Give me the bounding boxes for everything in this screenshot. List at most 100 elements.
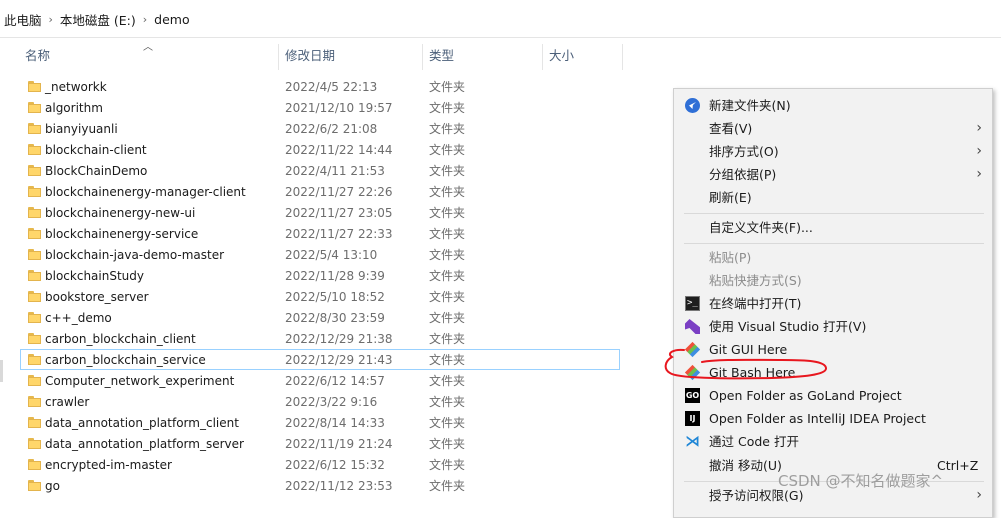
file-date: 2022/6/2 21:08 xyxy=(285,122,378,136)
file-row[interactable]: crawler 2022/3/22 9:16 文件夹 xyxy=(20,391,620,412)
breadcrumb-this-pc[interactable]: 此电脑 xyxy=(0,10,46,29)
menu-item-open-intellij[interactable]: IJ Open Folder as IntelliJ IDEA Project xyxy=(674,407,992,430)
menu-item-label: 粘贴快捷方式(S) xyxy=(709,273,802,288)
menu-item-paste-shortcut[interactable]: 粘贴快捷方式(S) xyxy=(674,269,992,292)
menu-item-label: 排序方式(O) xyxy=(709,144,779,159)
file-date: 2022/12/29 21:38 xyxy=(285,332,393,346)
menu-item-git-bash[interactable]: Git Bash Here xyxy=(674,361,992,384)
folder-icon xyxy=(28,396,41,407)
column-header-type[interactable]: 类型 xyxy=(429,48,454,70)
breadcrumb-separator-icon[interactable]: › xyxy=(46,13,56,26)
file-row[interactable]: bianyiyuanli 2022/6/2 21:08 文件夹 xyxy=(20,118,620,139)
menu-separator xyxy=(684,243,984,244)
menu-item-label: 在终端中打开(T) xyxy=(709,296,802,311)
file-name: crawler xyxy=(45,395,90,409)
menu-item-label: 撤消 移动(U) xyxy=(709,458,782,473)
folder-icon xyxy=(28,291,41,302)
file-row[interactable]: carbon_blockchain_service 2022/12/29 21:4… xyxy=(20,349,620,370)
column-divider[interactable] xyxy=(422,44,423,70)
file-name: go xyxy=(45,479,60,493)
git-gui-icon xyxy=(684,341,701,358)
menu-item-label: Git GUI Here xyxy=(709,342,788,357)
menu-item-open-terminal[interactable]: 在终端中打开(T) xyxy=(674,292,992,315)
file-type: 文件夹 xyxy=(429,353,466,367)
file-type: 文件夹 xyxy=(429,269,466,283)
file-name: c++_demo xyxy=(45,311,112,325)
menu-item-refresh[interactable]: 刷新(E) xyxy=(674,186,992,209)
file-type: 文件夹 xyxy=(429,395,466,409)
file-row[interactable]: blockchainStudy 2022/11/28 9:39 文件夹 xyxy=(20,265,620,286)
breadcrumb-separator-icon[interactable]: › xyxy=(140,13,150,26)
file-row[interactable]: blockchainenergy-new-ui 2022/11/27 23:05 文… xyxy=(20,202,620,223)
menu-item-label: 分组依据(P) xyxy=(709,167,777,182)
file-name: blockchainenergy-manager-client xyxy=(45,185,246,199)
file-name: blockchainStudy xyxy=(45,269,144,283)
file-row[interactable]: blockchain-java-demo-master 2022/5/4 13:1… xyxy=(20,244,620,265)
file-type: 文件夹 xyxy=(429,290,466,304)
file-type: 文件夹 xyxy=(429,164,466,178)
file-date: 2022/6/12 14:57 xyxy=(285,374,385,388)
file-row[interactable]: blockchain-client 2022/11/22 14:44 文件夹 xyxy=(20,139,620,160)
folder-icon xyxy=(28,81,41,92)
file-date: 2022/11/27 22:33 xyxy=(285,227,393,241)
file-name: _networkk xyxy=(45,80,107,94)
file-row[interactable]: c++_demo 2022/8/30 23:59 文件夹 xyxy=(20,307,620,328)
folder-icon xyxy=(28,228,41,239)
file-row[interactable]: bookstore_server 2022/5/10 18:52 文件夹 xyxy=(20,286,620,307)
file-type: 文件夹 xyxy=(429,185,466,199)
menu-item-view[interactable]: 查看(V) › xyxy=(674,117,992,140)
menu-item-open-vscode[interactable]: ⋊ 通过 Code 打开 xyxy=(674,430,992,453)
menu-item-open-visual-studio[interactable]: 使用 Visual Studio 打开(V) xyxy=(674,315,992,338)
file-date: 2022/3/22 9:16 xyxy=(285,395,378,409)
column-header-name[interactable]: 名称 xyxy=(25,48,50,70)
folder-icon xyxy=(28,270,41,281)
file-row[interactable]: BlockChainDemo 2022/4/11 21:53 文件夹 xyxy=(20,160,620,181)
menu-item-sort-by[interactable]: 排序方式(O) › xyxy=(674,140,992,163)
menu-item-shortcut: Ctrl+Z xyxy=(937,458,979,473)
menu-item-customize-folder[interactable]: 自定义文件夹(F)... xyxy=(674,216,992,239)
folder-icon xyxy=(28,333,41,344)
breadcrumb-demo[interactable]: demo xyxy=(150,12,193,27)
breadcrumb-drive-e[interactable]: 本地磁盘 (E:) xyxy=(56,10,140,29)
menu-item-label: 粘贴(P) xyxy=(709,250,752,265)
folder-icon xyxy=(28,123,41,134)
goland-icon: GO xyxy=(685,388,700,403)
column-divider[interactable] xyxy=(278,44,279,70)
folder-icon xyxy=(28,459,41,470)
menu-item-label: Git Bash Here xyxy=(709,365,796,380)
menu-item-group-by[interactable]: 分组依据(P) › xyxy=(674,163,992,186)
file-row[interactable]: encrypted-im-master 2022/6/12 15:32 文件夹 xyxy=(20,454,620,475)
file-date: 2022/11/19 21:24 xyxy=(285,437,393,451)
file-row[interactable]: _networkk 2022/4/5 22:13 文件夹 xyxy=(20,76,620,97)
file-row[interactable]: blockchainenergy-service 2022/11/27 22:33… xyxy=(20,223,620,244)
file-date: 2022/4/11 21:53 xyxy=(285,164,385,178)
menu-item-paste[interactable]: 粘贴(P) xyxy=(674,246,992,269)
file-name: data_annotation_platform_client xyxy=(45,416,239,430)
menu-item-git-gui[interactable]: Git GUI Here xyxy=(674,338,992,361)
menu-item-open-goland[interactable]: GO Open Folder as GoLand Project xyxy=(674,384,992,407)
file-row[interactable]: algorithm 2021/12/10 19:57 文件夹 xyxy=(20,97,620,118)
file-row[interactable]: data_annotation_platform_server 2022/11/1… xyxy=(20,433,620,454)
column-header-size[interactable]: 大小 xyxy=(549,48,574,70)
column-header-date[interactable]: 修改日期 xyxy=(285,48,335,70)
folder-icon xyxy=(28,375,41,386)
menu-item-new-folder[interactable]: 新建文件夹(N) xyxy=(674,94,992,117)
file-row[interactable]: carbon_blockchain_client 2022/12/29 21:38… xyxy=(20,328,620,349)
file-row[interactable]: blockchainenergy-manager-client 2022/11/2… xyxy=(20,181,620,202)
menu-item-label: Open Folder as IntelliJ IDEA Project xyxy=(709,411,926,426)
vscode-icon: ⋊ xyxy=(685,432,700,450)
file-row[interactable]: go 2022/11/12 23:53 文件夹 xyxy=(20,475,620,496)
file-type: 文件夹 xyxy=(429,416,466,430)
file-type: 文件夹 xyxy=(429,248,466,262)
git-bash-icon xyxy=(684,364,701,381)
file-type: 文件夹 xyxy=(429,122,466,136)
file-row[interactable]: data_annotation_platform_client 2022/8/14… xyxy=(20,412,620,433)
column-divider[interactable] xyxy=(622,44,623,70)
intellij-icon: IJ xyxy=(685,411,700,426)
file-type: 文件夹 xyxy=(429,374,466,388)
folder-icon xyxy=(28,438,41,449)
file-row[interactable]: Computer_network_experiment 2022/6/12 14:… xyxy=(20,370,620,391)
file-type: 文件夹 xyxy=(429,206,466,220)
column-divider[interactable] xyxy=(542,44,543,70)
folder-icon xyxy=(28,417,41,428)
